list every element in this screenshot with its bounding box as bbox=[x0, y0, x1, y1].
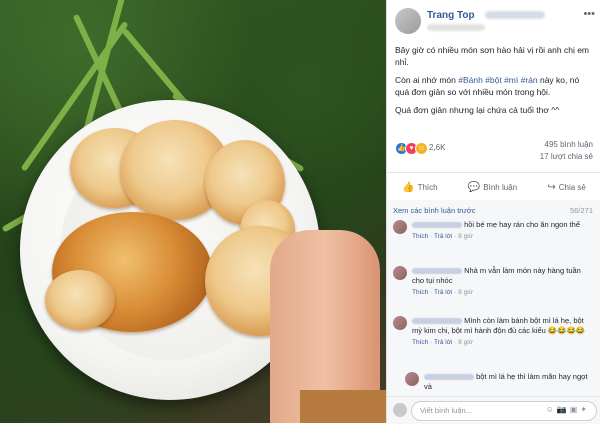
composer-icons[interactable]: ☺📷▣✦ bbox=[546, 405, 590, 414]
blurred-commenter-name[interactable] bbox=[412, 222, 462, 229]
comment-count[interactable]: 495 bình luận bbox=[545, 140, 594, 149]
comment-like-link[interactable]: Thích bbox=[412, 233, 428, 240]
comment-like-link[interactable]: Thích bbox=[412, 339, 428, 346]
post-photo[interactable] bbox=[0, 0, 386, 423]
comment-pager: 56/271 bbox=[570, 206, 593, 215]
comment-body: hồi bé mẹ hay rán cho ăn ngon thế Thích … bbox=[412, 220, 592, 242]
commenter-avatar[interactable] bbox=[405, 372, 419, 386]
blurred-group-name bbox=[485, 11, 545, 19]
share-count[interactable]: 17 lượt chia sẻ bbox=[540, 152, 593, 161]
comment-body: bột mì lá hẹ thì làm mãn hay ngọt và bbox=[424, 372, 592, 392]
fried-bread bbox=[45, 270, 115, 330]
post-text-span: Còn ai nhớ món bbox=[395, 75, 459, 85]
blurred-commenter-name[interactable] bbox=[424, 374, 474, 381]
comment-text: hồi bé mẹ hay rán cho ăn ngon thế bbox=[464, 220, 581, 229]
comments-section: Xem các bình luận trước 56/271 hồi bé mẹ… bbox=[387, 200, 600, 396]
comment-input-placeholder: Viết bình luận... bbox=[420, 406, 472, 415]
comment-time: 8 giờ bbox=[458, 289, 473, 296]
reaction-count[interactable]: 2,6K bbox=[429, 143, 445, 152]
comment-meta: Thích · Trả lời · 8 giờ bbox=[412, 289, 473, 296]
comment-time: 8 giờ bbox=[458, 339, 473, 346]
commenter-avatar[interactable] bbox=[393, 316, 407, 330]
haha-reaction-icon: ☺ bbox=[415, 142, 428, 155]
comment-meta: Thích · Trả lời · 8 giờ bbox=[412, 233, 473, 240]
comment-reply-link[interactable]: Trả lời bbox=[434, 339, 452, 346]
blurred-commenter-name[interactable] bbox=[412, 268, 462, 275]
post-paragraph: Còn ai nhớ món #Bánh #bột #mì #rán này k… bbox=[395, 74, 595, 98]
hashtags[interactable]: #Bánh #bột #mì #rán bbox=[458, 75, 537, 85]
like-button[interactable]: 👍 Thích bbox=[402, 182, 437, 193]
reaction-icons[interactable]: 👍 ♥ ☺ bbox=[395, 142, 428, 155]
more-options-icon[interactable]: ••• bbox=[583, 8, 595, 20]
post-paragraph: Quá đơn giản nhưng lại chứa cả tuổi thơ … bbox=[395, 105, 560, 115]
post-stats: 👍 ♥ ☺ 2,6K 495 bình luận 17 lượt chia sẻ bbox=[395, 140, 593, 166]
author-name[interactable]: Trang Top bbox=[427, 10, 475, 21]
thumbs-up-icon: 👍 bbox=[402, 181, 415, 193]
comment-bubble-icon: 💬 bbox=[467, 181, 481, 193]
post-header: Trang Top ••• bbox=[395, 8, 595, 38]
comment-reply-link[interactable]: Trả lời bbox=[434, 233, 452, 240]
commenter-avatar[interactable] bbox=[393, 220, 407, 234]
comment-meta: Thích · Trả lời · 8 giờ bbox=[412, 339, 473, 346]
post-panel: Trang Top ••• Bây giờ có nhiều món sơn h… bbox=[386, 0, 600, 424]
share-arrow-icon: ↪ bbox=[547, 181, 556, 193]
comment-body: Mình còn làm bánh bột mì lá hẹ, bột mỳ k… bbox=[412, 316, 592, 348]
post-body: Bây giờ có nhiều món sơn hào hải vị rồi … bbox=[395, 44, 595, 122]
comment-reply-link[interactable]: Trả lời bbox=[434, 289, 452, 296]
share-label: Chia sẻ bbox=[558, 182, 586, 192]
post-paragraph: Bây giờ có nhiều món sơn hào hải vị rồi … bbox=[395, 45, 590, 67]
comment-time: 8 giờ bbox=[458, 233, 473, 240]
screenshot-root: Trang Top ••• Bây giờ có nhiều món sơn h… bbox=[0, 0, 600, 424]
blurred-post-meta bbox=[427, 24, 485, 31]
comment-input[interactable]: Viết bình luận... ☺📷▣✦ bbox=[411, 401, 597, 421]
comment-label: Bình luận bbox=[483, 182, 518, 192]
comment-button[interactable]: 💬 Bình luận bbox=[468, 182, 517, 193]
comment-like-link[interactable]: Thích bbox=[412, 289, 428, 296]
action-bar: 👍 Thích 💬 Bình luận ↪ Chia sẻ bbox=[387, 172, 600, 202]
author-avatar[interactable] bbox=[395, 8, 421, 34]
commenter-avatar[interactable] bbox=[393, 266, 407, 280]
like-label: Thích bbox=[417, 182, 438, 192]
sleeve bbox=[300, 390, 386, 423]
blurred-commenter-name[interactable] bbox=[412, 318, 462, 325]
share-button[interactable]: ↪ Chia sẻ bbox=[547, 182, 586, 193]
view-previous-comments-link[interactable]: Xem các bình luận trước bbox=[393, 206, 475, 215]
comment-body: Nhà m vẫn làm món này hàng tuần cho tụi … bbox=[412, 266, 592, 298]
comment-composer: Viết bình luận... ☺📷▣✦ bbox=[387, 396, 600, 424]
own-avatar bbox=[393, 403, 407, 417]
